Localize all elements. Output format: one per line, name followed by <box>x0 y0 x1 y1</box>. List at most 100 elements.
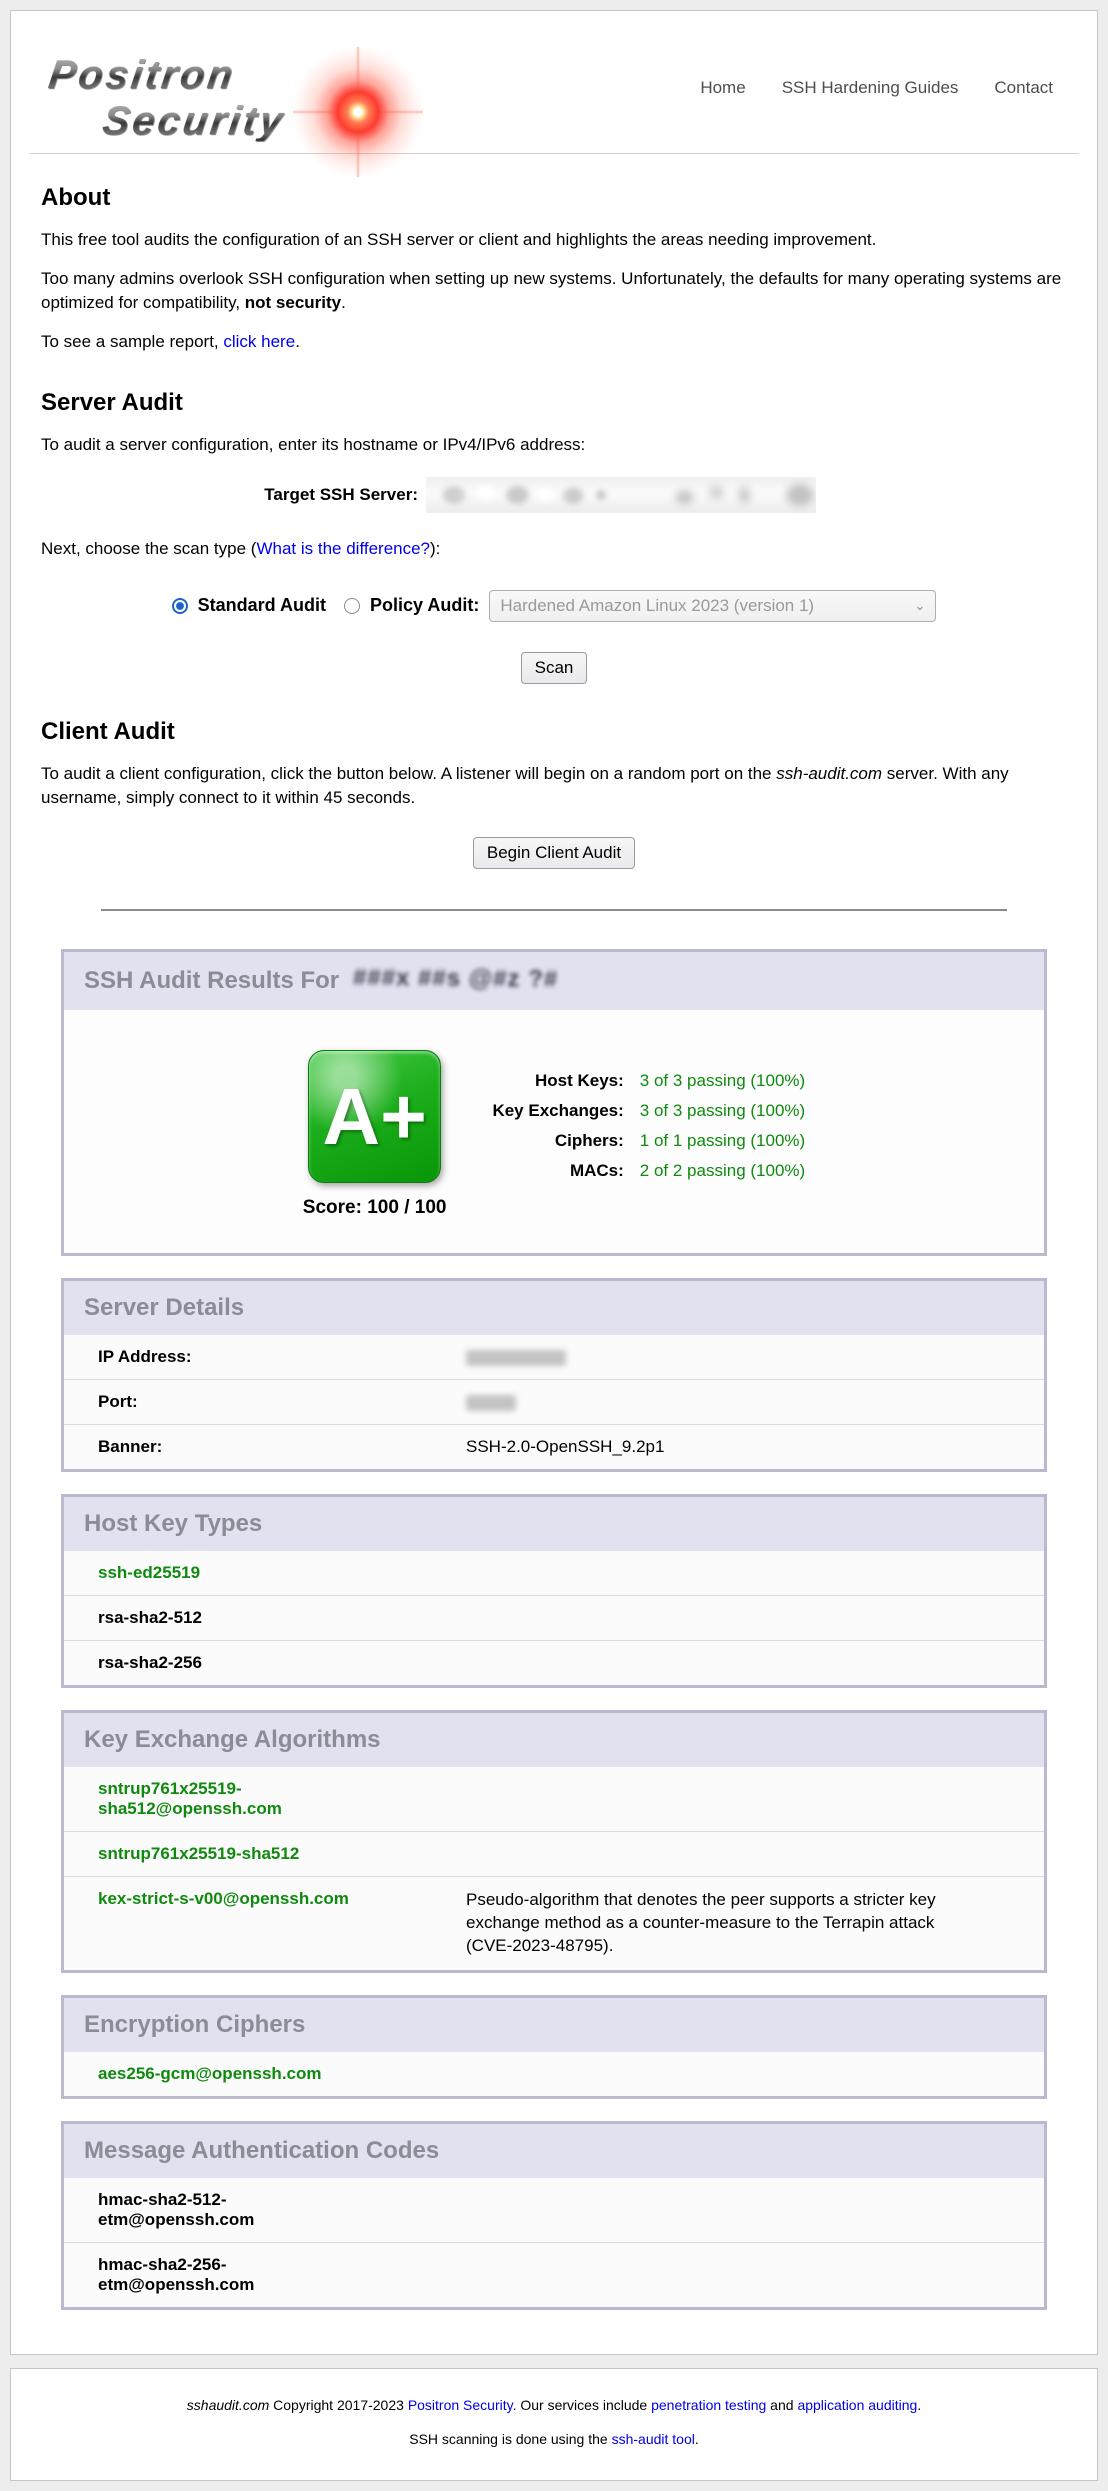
footer-line-2: SSH scanning is done using the ssh-audit… <box>31 2429 1077 2449</box>
about-paragraph-1: This free tool audits the configuration … <box>41 228 1067 253</box>
kex-item: sntrup761x25519- sha512@openssh.com <box>64 1767 1044 1832</box>
cipher-item: aes256-gcm@openssh.com <box>64 2052 1044 2096</box>
stat-row-host-keys: Host Keys: 3 of 3 passing (100%) <box>492 1066 805 1096</box>
ssh-audit-tool-link[interactable]: ssh-audit tool <box>612 2431 695 2447</box>
ip-address-value-redacted <box>432 1335 1044 1380</box>
scan-type-tail: ): <box>430 539 440 558</box>
stat-label: Host Keys: <box>492 1066 639 1096</box>
about-paragraph-2: Too many admins overlook SSH configurati… <box>41 267 1067 316</box>
main-container: Positron Security Home SSH Hardening Gui… <box>10 10 1098 2355</box>
penetration-testing-link[interactable]: penetration testing <box>651 2397 766 2413</box>
results-body: A+ Score: 100 / 100 Host Keys: 3 of 3 pa… <box>64 1010 1044 1253</box>
application-auditing-link[interactable]: application auditing <box>797 2397 917 2413</box>
policy-audit-radio[interactable] <box>344 598 360 614</box>
main-nav: Home SSH Hardening Guides Contact <box>700 78 1067 98</box>
policy-audit-label: Policy Audit: <box>370 595 479 616</box>
sample-report-link[interactable]: click here <box>223 332 295 351</box>
stat-label: Ciphers: <box>492 1126 639 1156</box>
about-paragraph-3: To see a sample report, click here. <box>41 330 1067 355</box>
redacted-port-blob <box>466 1395 516 1411</box>
ssh-audit-results-panel: SSH Audit Results For ###x ##s @#z ?#8# … <box>61 949 1047 1256</box>
standard-audit-radio[interactable] <box>172 598 188 614</box>
stat-row-ciphers: Ciphers: 1 of 1 passing (100%) <box>492 1126 805 1156</box>
macs-panel: Message Authentication Codes hmac-sha2-5… <box>61 2121 1047 2310</box>
about-p2-bold: not security <box>245 293 341 312</box>
encryption-ciphers-panel: Encryption Ciphers aes256-gcm@openssh.co… <box>61 1995 1047 2099</box>
about-title: About <box>41 184 1067 212</box>
footer-text: . <box>917 2397 921 2413</box>
stat-value: 3 of 3 passing (100%) <box>640 1066 805 1096</box>
client-audit-title: Client Audit <box>41 718 1067 746</box>
client-audit-text: To audit a client configuration, click t… <box>41 764 776 783</box>
scan-type-row: Standard Audit Policy Audit: Hardened Am… <box>41 590 1067 622</box>
grade-letter: A+ <box>322 1077 427 1157</box>
logo-text-security: Security <box>100 101 287 141</box>
target-ssh-server-input[interactable] <box>426 477 816 513</box>
site-header: Positron Security Home SSH Hardening Gui… <box>11 11 1097 153</box>
table-row: kex-strict-s-v00@openssh.com Pseudo-algo… <box>64 1877 1044 1970</box>
table-row: ssh-ed25519 <box>64 1551 1044 1596</box>
table-row: Banner: SSH-2.0-OpenSSH_9.2p1 <box>64 1425 1044 1470</box>
footer-copyright: Copyright 2017-2023 <box>269 2397 408 2413</box>
footer-domain: sshaudit.com <box>187 2397 269 2413</box>
begin-client-audit-row: Begin Client Audit <box>41 837 1067 869</box>
host-key-types-panel: Host Key Types ssh-ed25519 rsa-sha2-512 … <box>61 1494 1047 1688</box>
nav-contact[interactable]: Contact <box>994 78 1053 98</box>
stat-label: MACs: <box>492 1156 639 1186</box>
table-row: Port: <box>64 1380 1044 1425</box>
ip-address-label: IP Address: <box>64 1335 432 1380</box>
client-audit-intro: To audit a client configuration, click t… <box>41 762 1067 811</box>
mac-item: hmac-sha2-512- etm@openssh.com <box>64 2178 1044 2243</box>
key-exchange-table: sntrup761x25519- sha512@openssh.com sntr… <box>64 1767 1044 1970</box>
stat-row-macs: MACs: 2 of 2 passing (100%) <box>492 1156 805 1186</box>
server-audit-title: Server Audit <box>41 389 1067 417</box>
policy-select[interactable]: Hardened Amazon Linux 2023 (version 1) ⌄ <box>489 590 936 622</box>
about-p2-text: Too many admins overlook SSH configurati… <box>41 269 1061 313</box>
footer-text: . <box>695 2431 699 2447</box>
begin-client-audit-button[interactable]: Begin Client Audit <box>473 837 635 869</box>
footer-text: and <box>766 2397 797 2413</box>
host-key-item: ssh-ed25519 <box>64 1551 1044 1596</box>
banner-value: SSH-2.0-OpenSSH_9.2p1 <box>432 1425 1044 1470</box>
table-row: sntrup761x25519- sha512@openssh.com <box>64 1767 1044 1832</box>
footer-line-1: sshaudit.com Copyright 2017-2023 Positro… <box>31 2395 1077 2415</box>
kex-item-note: Pseudo-algorithm that denotes the peer s… <box>432 1877 1044 1970</box>
section-divider <box>101 909 1007 911</box>
scan-button-row: Scan <box>41 652 1067 684</box>
positron-security-link[interactable]: Positron Security <box>408 2397 513 2413</box>
nav-ssh-hardening-guides[interactable]: SSH Hardening Guides <box>782 78 959 98</box>
banner-label: Banner: <box>64 1425 432 1470</box>
macs-table: hmac-sha2-512- etm@openssh.com hmac-sha2… <box>64 2178 1044 2307</box>
grade-badge: A+ <box>308 1050 441 1183</box>
stat-value: 1 of 1 passing (100%) <box>640 1126 805 1156</box>
target-ssh-server-label: Target SSH Server: <box>41 485 426 505</box>
client-audit-domain: ssh-audit.com <box>776 764 882 783</box>
standard-audit-label: Standard Audit <box>198 595 326 616</box>
redacted-input-value-2 <box>426 477 816 513</box>
table-row: sntrup761x25519-sha512 <box>64 1832 1044 1877</box>
host-key-types-table: ssh-ed25519 rsa-sha2-512 rsa-sha2-256 <box>64 1551 1044 1685</box>
results-title: SSH Audit Results For <box>84 967 339 995</box>
server-audit-intro: To audit a server configuration, enter i… <box>41 433 1067 458</box>
key-exchange-header: Key Exchange Algorithms <box>64 1713 1044 1767</box>
target-server-row: Target SSH Server: <box>41 477 1067 513</box>
port-value-redacted <box>432 1380 1044 1425</box>
port-label: Port: <box>64 1380 432 1425</box>
kex-item: sntrup761x25519-sha512 <box>64 1832 1044 1877</box>
header-divider <box>29 153 1079 154</box>
nav-home[interactable]: Home <box>700 78 745 98</box>
scan-type-difference-link[interactable]: What is the difference? <box>256 539 430 558</box>
redacted-ip-blob <box>466 1350 566 1366</box>
table-row: rsa-sha2-256 <box>64 1641 1044 1686</box>
scan-type-paragraph: Next, choose the scan type (What is the … <box>41 537 1067 562</box>
chevron-down-icon: ⌄ <box>914 598 925 614</box>
redacted-hostname: ###x ##s @#z ?#8# <box>353 964 558 998</box>
encryption-ciphers-header: Encryption Ciphers <box>64 1998 1044 2052</box>
about-p2-tail: . <box>341 293 346 312</box>
results-stats: Host Keys: 3 of 3 passing (100%) Key Exc… <box>492 1066 805 1186</box>
results-panel-header: SSH Audit Results For ###x ##s @#z ?#8# <box>64 952 1044 1010</box>
table-row: aes256-gcm@openssh.com <box>64 2052 1044 2096</box>
policy-select-value: Hardened Amazon Linux 2023 (version 1) <box>500 596 814 616</box>
scan-button[interactable]: Scan <box>521 652 588 684</box>
server-details-table: IP Address: Port: Banner: SSH-2.0-OpenSS… <box>64 1335 1044 1469</box>
